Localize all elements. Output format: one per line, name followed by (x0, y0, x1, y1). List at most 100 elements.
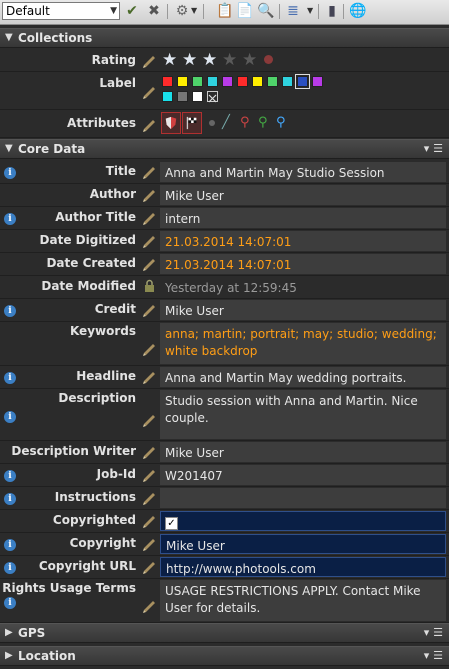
field-value[interactable]: Studio session with Anna and Martin. Nic… (160, 390, 446, 439)
star-rating[interactable]: ★ ★ ★ ★ ★ (162, 51, 273, 69)
panel-menu-icon[interactable]: ▾ ☰ (424, 624, 443, 642)
copyrighted-checkbox[interactable]: ✓ (165, 517, 178, 530)
gear-icon[interactable]: ⚙ (174, 3, 190, 19)
chevron-down-icon[interactable]: ▼ (307, 6, 313, 15)
core-data-header[interactable]: ▼ Core Data ▾ ☰ (0, 139, 449, 159)
field-value[interactable]: anna; martin; portrait; may; studio; wed… (160, 323, 446, 364)
collections-header[interactable]: ▼ Collections (0, 28, 449, 48)
pencil-icon[interactable] (141, 466, 157, 482)
expand-triangle-icon: ▶ (5, 650, 13, 661)
color-label-swatch[interactable] (237, 76, 248, 87)
red-pin-icon[interactable]: ⚲ (240, 115, 250, 130)
field-value[interactable]: Mike User (160, 534, 446, 554)
pencil-icon[interactable] (141, 232, 157, 248)
finished-attribute-button[interactable] (182, 112, 202, 134)
field-value[interactable]: Mike User (160, 300, 446, 320)
info-icon[interactable]: i (4, 213, 16, 225)
pencil-icon[interactable] (141, 186, 157, 202)
field-value[interactable]: Anna and Martin May wedding portraits. (160, 367, 446, 387)
color-label-swatch[interactable] (295, 74, 310, 89)
star-icon[interactable]: ★ (202, 51, 217, 69)
color-label-swatch[interactable] (192, 76, 203, 87)
field-value-text: USAGE RESTRICTIONS APPLY. Contact Mike U… (165, 584, 421, 615)
color-label-swatch[interactable] (162, 76, 173, 87)
pencil-icon[interactable] (141, 411, 157, 427)
pencil-icon[interactable] (141, 368, 157, 384)
blue-pin-icon[interactable]: ⚲ (276, 115, 286, 130)
list-icon[interactable]: ≣ (285, 3, 301, 19)
preset-select[interactable]: Default ▼ (2, 2, 120, 20)
info-icon[interactable]: i (4, 305, 16, 317)
field-label: Date Created (46, 256, 136, 270)
pencil-icon[interactable] (141, 52, 157, 68)
chevron-down-icon[interactable]: ▼ (191, 6, 197, 15)
pencil-icon[interactable] (141, 443, 157, 459)
panel-menu-icon[interactable]: ▾ ☰ (424, 140, 443, 158)
field-value[interactable]: ✓ (160, 511, 446, 531)
color-label-swatch[interactable] (252, 76, 263, 87)
star-icon[interactable]: ★ (242, 51, 257, 69)
field-label: Copyright URL (38, 559, 136, 573)
info-icon[interactable]: i (4, 411, 16, 423)
location-header[interactable]: ▶ Location ▾ ☰ (0, 646, 449, 666)
field-value[interactable] (160, 488, 446, 508)
pencil-icon[interactable] (141, 512, 157, 528)
field-value[interactable]: intern (160, 208, 446, 228)
color-label-swatch[interactable] (162, 91, 173, 102)
gps-header[interactable]: ▶ GPS ▾ ☰ (0, 623, 449, 643)
brush-icon[interactable]: ╱ (222, 115, 230, 130)
globe-icon[interactable]: 🌐 (349, 3, 366, 19)
pencil-icon[interactable] (141, 301, 157, 317)
dot-icon[interactable] (209, 120, 215, 126)
panel-menu-icon[interactable]: ▾ ☰ (424, 647, 443, 665)
field-value[interactable]: http://www.photools.com (160, 557, 446, 577)
color-label-swatch[interactable] (192, 91, 203, 102)
reject-icon[interactable] (264, 55, 273, 64)
info-icon[interactable]: i (4, 539, 16, 551)
info-icon[interactable]: i (4, 372, 16, 384)
star-icon[interactable]: ★ (162, 51, 177, 69)
dock-icon[interactable]: ▮ (324, 3, 340, 19)
clipboard-icon[interactable]: 📋 (216, 3, 233, 19)
pencil-icon[interactable] (141, 558, 157, 574)
pencil-icon[interactable] (141, 116, 157, 132)
color-label-picker[interactable] (162, 74, 323, 108)
info-icon[interactable]: i (4, 167, 16, 179)
green-pin-icon[interactable]: ⚲ (258, 115, 268, 130)
magnifier-icon[interactable]: 🔍 (257, 3, 274, 19)
pencil-icon[interactable] (141, 489, 157, 505)
star-icon[interactable]: ★ (182, 51, 197, 69)
checkmark-icon[interactable]: ✔ (124, 3, 140, 19)
pencil-icon[interactable] (141, 83, 157, 99)
color-label-swatch[interactable] (207, 76, 218, 87)
pencil-icon[interactable] (141, 163, 157, 179)
clear-label-icon[interactable] (207, 91, 218, 103)
field-value[interactable]: 21.03.2014 14:07:01 (160, 231, 446, 251)
field-value[interactable]: W201407 (160, 465, 446, 485)
pencil-icon[interactable] (141, 255, 157, 271)
field-value[interactable]: USAGE RESTRICTIONS APPLY. Contact Mike U… (160, 580, 446, 621)
pencil-icon[interactable] (141, 597, 157, 613)
info-icon[interactable]: i (4, 493, 16, 505)
color-label-swatch[interactable] (282, 76, 293, 87)
color-label-swatch[interactable] (267, 76, 278, 87)
field-value[interactable]: 21.03.2014 14:07:01 (160, 254, 446, 274)
field-value[interactable]: Mike User (160, 442, 446, 462)
pencil-icon[interactable] (141, 209, 157, 225)
cross-icon[interactable]: ✖ (146, 3, 162, 19)
color-label-swatch[interactable] (312, 76, 323, 87)
paste-icon[interactable]: 📄 (236, 3, 253, 19)
field-value[interactable]: Mike User (160, 185, 446, 205)
pencil-icon[interactable] (141, 535, 157, 551)
field-value-text: http://www.photools.com (166, 562, 316, 576)
info-icon[interactable]: i (4, 562, 16, 574)
color-label-swatch[interactable] (222, 76, 233, 87)
info-icon[interactable]: i (4, 597, 16, 609)
pencil-icon[interactable] (141, 340, 157, 356)
field-value[interactable]: Anna and Martin May Studio Session (160, 162, 446, 182)
star-icon[interactable]: ★ (222, 51, 237, 69)
color-label-swatch[interactable] (177, 76, 188, 87)
protected-attribute-button[interactable] (161, 112, 181, 134)
info-icon[interactable]: i (4, 470, 16, 482)
color-label-swatch[interactable] (177, 91, 188, 102)
